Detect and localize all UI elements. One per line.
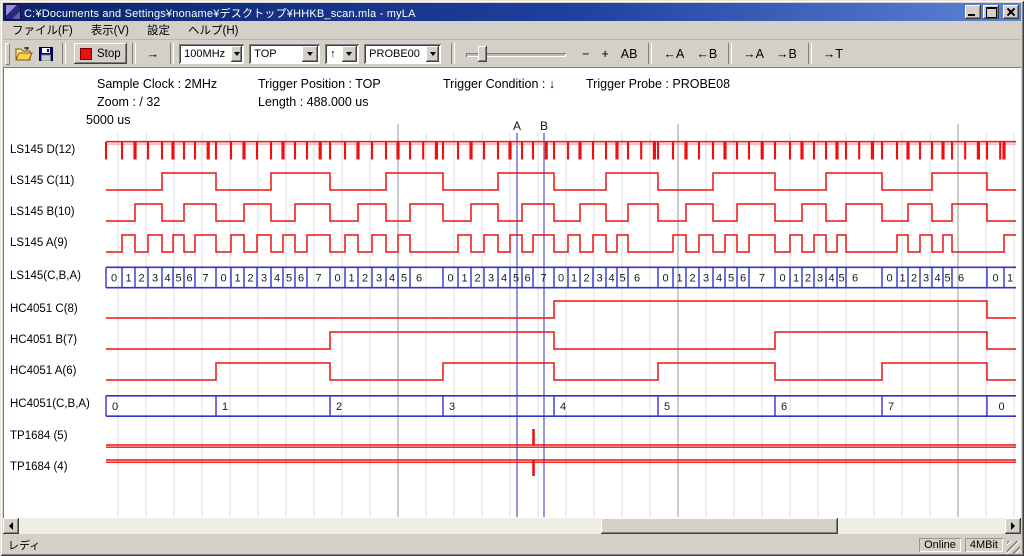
- bit-trace: [106, 235, 1016, 252]
- bus-value: 6: [524, 273, 530, 285]
- cursor-b-label: B: [538, 119, 550, 133]
- bus-value: 3: [449, 401, 455, 413]
- bus-value: 7: [540, 273, 546, 285]
- bus-value: 0: [111, 273, 117, 285]
- bus-value: 6: [186, 273, 192, 285]
- bus-value: 6: [416, 273, 422, 285]
- bus-value: 0: [447, 273, 453, 285]
- info-trigger-probe: Trigger Probe : PROBE08: [586, 77, 730, 91]
- bus-value: 2: [805, 273, 811, 285]
- bus-value: 3: [376, 273, 382, 285]
- info-sample-clock: Sample Clock : 2MHz: [97, 77, 217, 91]
- bus-value: 3: [703, 273, 709, 285]
- bus-value: 2: [689, 273, 695, 285]
- bus-value: 7: [888, 401, 894, 413]
- bus-value: 6: [740, 273, 746, 285]
- channel-label[interactable]: TP1684 (5): [10, 430, 68, 442]
- bus-value: 6: [781, 401, 787, 413]
- bus-value: 0: [886, 273, 892, 285]
- bus-value: 3: [596, 273, 602, 285]
- channel-label[interactable]: HC4051(C,B,A): [10, 398, 90, 410]
- bus-value: 3: [152, 273, 158, 285]
- bus-value: 3: [923, 273, 929, 285]
- bus-value: 1: [571, 273, 577, 285]
- bus-value: 3: [488, 273, 494, 285]
- bus-value: 4: [274, 273, 280, 285]
- bus-value: 6: [958, 273, 964, 285]
- bus-value: 5: [838, 273, 844, 285]
- bus-value: 2: [583, 273, 589, 285]
- channel-label[interactable]: HC4051 A(6): [10, 365, 76, 377]
- bus-value: 0: [998, 401, 1004, 413]
- channel-label[interactable]: LS145(C,B,A): [10, 270, 81, 282]
- bus-value: 6: [852, 273, 858, 285]
- bus-value: 7: [759, 273, 765, 285]
- bus-value: 6: [298, 273, 304, 285]
- bus-value: 0: [779, 273, 785, 285]
- bus-value: 0: [992, 273, 998, 285]
- info-zoom: Zoom : / 32: [97, 95, 160, 109]
- channel-label[interactable]: LS145 C(11): [10, 175, 74, 187]
- channel-label[interactable]: LS145 B(10): [10, 206, 75, 218]
- bus-value: 3: [261, 273, 267, 285]
- bus-value: 2: [247, 273, 253, 285]
- bus-value: 5: [944, 273, 950, 285]
- bit-trace: [106, 204, 1016, 221]
- bus-value: 1: [899, 273, 905, 285]
- bus-value: 2: [336, 401, 342, 413]
- channel-label[interactable]: LS145 A(9): [10, 237, 68, 249]
- bus-value: 2: [138, 273, 144, 285]
- bus-value: 1: [793, 273, 799, 285]
- bus-value: 0: [558, 273, 564, 285]
- bus-value: 7: [202, 273, 208, 285]
- bus-value: 1: [125, 273, 131, 285]
- bus-value: 2: [362, 273, 368, 285]
- bus-value: 0: [334, 273, 340, 285]
- bit-trace: [106, 363, 1016, 380]
- time-per-division: 5000 us: [86, 113, 130, 127]
- info-length: Length : 488.000 us: [258, 95, 369, 109]
- channel-label[interactable]: HC4051 B(7): [10, 334, 77, 346]
- bus-value: 1: [222, 401, 228, 413]
- bus-value: 2: [474, 273, 480, 285]
- bus-value: 5: [513, 273, 519, 285]
- bus-value: 2: [911, 273, 917, 285]
- bus-value: 4: [389, 273, 395, 285]
- bus-value: 7: [315, 273, 321, 285]
- bit-trace: [106, 173, 1016, 190]
- bus-value: 5: [401, 273, 407, 285]
- bus-value: 6: [634, 273, 640, 285]
- bus-value: 1: [1007, 273, 1013, 285]
- bus-value: 4: [608, 273, 614, 285]
- bus-value: 5: [286, 273, 292, 285]
- channel-label[interactable]: HC4051 C(8): [10, 303, 78, 315]
- bus-value: 4: [560, 401, 566, 413]
- bus-value: 5: [728, 273, 734, 285]
- bus-value: 4: [934, 273, 940, 285]
- cursor-a-label: A: [511, 119, 523, 133]
- bit-trace: [106, 332, 1016, 349]
- bus-value: 4: [828, 273, 834, 285]
- bus-value: 4: [501, 273, 507, 285]
- bit-trace: [106, 301, 1016, 318]
- bus-value: 3: [817, 273, 823, 285]
- bus-value: 4: [716, 273, 722, 285]
- bus-value: 4: [164, 273, 170, 285]
- bus-value: 1: [348, 273, 354, 285]
- bus-value: 1: [461, 273, 467, 285]
- bus-value: 0: [220, 273, 226, 285]
- bus-value: 1: [234, 273, 240, 285]
- channel-label[interactable]: LS145 D(12): [10, 144, 75, 156]
- bus-value: 5: [619, 273, 625, 285]
- channel-label[interactable]: TP1684 (4): [10, 461, 68, 473]
- bus-value: 5: [175, 273, 181, 285]
- info-trigger-condition: Trigger Condition : ↓: [443, 77, 555, 91]
- bus-value: 0: [112, 401, 118, 413]
- bus-value: 0: [662, 273, 668, 285]
- bus-value: 5: [664, 401, 670, 413]
- bus-value: 1: [676, 273, 682, 285]
- info-trigger-position: Trigger Position : TOP: [258, 77, 381, 91]
